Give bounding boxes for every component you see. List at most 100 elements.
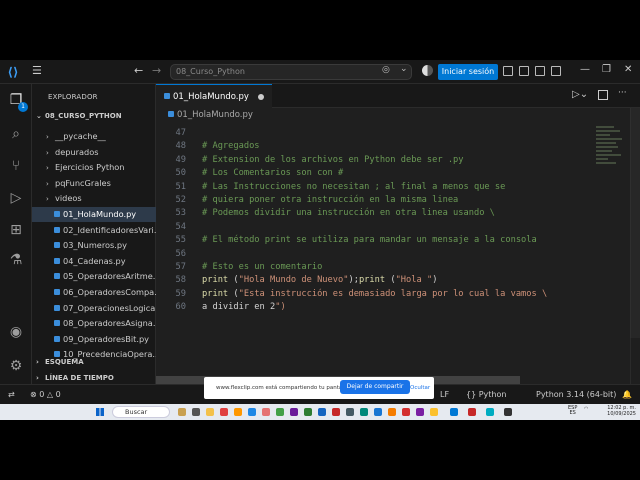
excel-icon[interactable] [304, 408, 312, 416]
toggle-panel-icon[interactable] [519, 66, 529, 76]
tree-folder[interactable]: › __pycache__ [32, 129, 156, 144]
copilot-icon[interactable]: ◎ [382, 65, 390, 75]
app-icon[interactable] [374, 408, 382, 416]
app-icon[interactable] [220, 408, 228, 416]
timeline-label: LÍNEA DE TIEMPO [45, 374, 114, 382]
customize-layout-icon[interactable] [551, 66, 561, 76]
app-icon[interactable] [388, 408, 396, 416]
minimap[interactable] [596, 124, 626, 184]
code-line[interactable]: # Podemos dividir una instrucción en otr… [202, 208, 495, 218]
workspace-folder-header[interactable]: ⌄ 08_CURSO_PYTHON [36, 112, 122, 120]
tree-file[interactable]: 01_HolaMundo.py [32, 207, 156, 222]
tree-folder[interactable]: › pqFuncGrales [32, 176, 156, 191]
search-icon[interactable]: ⌕ [8, 126, 24, 142]
code-line[interactable]: # Las Instrucciones no necesitan ; al fi… [202, 182, 505, 192]
app-icon[interactable] [346, 408, 354, 416]
eol-status[interactable]: LF [440, 385, 449, 405]
code-line[interactable]: # Extension de los archivos en Python de… [202, 155, 464, 165]
run-python-file-icon[interactable]: ▷⌄ [572, 89, 588, 100]
line-number: 55 [175, 235, 186, 246]
app-icon[interactable] [290, 408, 298, 416]
testing-icon[interactable]: ⚗ [8, 252, 24, 268]
chevron-down-icon[interactable]: ⌄ [400, 64, 408, 74]
account-icon[interactable]: ◉ [8, 324, 24, 340]
stop-sharing-button[interactable]: Dejar de compartir [340, 380, 410, 394]
code-line[interactable]: # Esto es un comentario [202, 262, 322, 272]
toggle-secondary-sidebar-icon[interactable] [535, 66, 545, 76]
app-icon[interactable] [416, 408, 424, 416]
run-debug-icon[interactable]: ▷ [8, 190, 24, 206]
accounts-icon[interactable] [422, 65, 433, 76]
python-file-icon [164, 93, 170, 99]
chrome-icon[interactable] [276, 408, 284, 416]
sign-in-button[interactable]: Iniciar sesión [438, 64, 498, 80]
tab-label: 01_HolaMundo.py [173, 92, 249, 102]
task-view-icon[interactable] [192, 408, 200, 416]
terminal-icon[interactable] [504, 408, 512, 416]
forward-arrow-icon[interactable]: → [152, 64, 161, 77]
tree-folder[interactable]: › Ejercicios Python [32, 160, 156, 175]
more-actions-icon[interactable]: ··· [618, 88, 627, 98]
app-icon[interactable] [360, 408, 368, 416]
language-mode[interactable]: {} Python [466, 385, 506, 405]
tree-file[interactable]: 08_OperadoresAsigna... [32, 316, 156, 331]
tab-01-holamundo[interactable]: 01_HolaMundo.py [156, 84, 272, 108]
tree-file[interactable]: 02_IdentificadoresVari... [32, 223, 156, 238]
store-icon[interactable] [262, 408, 270, 416]
extensions-icon[interactable]: ⊞ [8, 222, 24, 238]
code-line[interactable]: # Los Comentarios son con # [202, 168, 343, 178]
split-editor-icon[interactable] [598, 90, 608, 100]
scrollbar-thumb[interactable] [630, 108, 640, 338]
tree-file[interactable]: 04_Cadenas.py [32, 254, 156, 269]
restore-icon[interactable]: ❐ [602, 64, 611, 75]
powerpoint-icon[interactable] [332, 408, 340, 416]
language-indicator[interactable]: ESP ES [568, 406, 577, 416]
timeline-section-header[interactable]: › LÍNEA DE TIEMPO [36, 374, 114, 382]
source-control-icon[interactable]: ⑂ [8, 158, 24, 174]
wifi-icon[interactable]: ◠ [584, 406, 588, 412]
taskbar-clock[interactable]: 12:02 p. m. 10/09/2025 [600, 405, 636, 417]
minimize-icon[interactable]: — [580, 64, 590, 75]
back-arrow-icon[interactable]: ← [134, 64, 143, 77]
file-explorer-icon[interactable] [206, 408, 214, 416]
tree-folder[interactable]: › videos [32, 191, 156, 206]
toggle-sidebar-icon[interactable] [503, 66, 513, 76]
settings-gear-icon[interactable]: ⚙ [8, 358, 24, 374]
notifications-bell-icon[interactable]: 🔔 [622, 385, 632, 405]
python-interpreter[interactable]: Python 3.14 (64-bit) [536, 385, 616, 405]
app-icon[interactable] [402, 408, 410, 416]
code-editor[interactable]: 47 48 # Agregados 49 # Extension de los arch… [156, 124, 596, 384]
code-line[interactable]: print ("Hola Mundo de Nuevo");print ("Ho… [202, 275, 437, 285]
code-line[interactable]: # Agregados [202, 141, 260, 151]
vscode-taskbar-icon[interactable] [450, 408, 458, 416]
hide-link[interactable]: Ocultar [410, 385, 430, 391]
chevron-right-icon: › [36, 358, 39, 366]
windows-start-icon[interactable] [96, 408, 104, 416]
unsaved-dot-icon[interactable] [258, 94, 264, 100]
app-icon[interactable] [468, 408, 476, 416]
outline-section-header[interactable]: › ESQUEMA [36, 358, 84, 366]
code-line[interactable]: # quiera poner otra instrucción en la mi… [202, 195, 458, 205]
edge-icon[interactable] [248, 408, 256, 416]
taskbar-search[interactable]: Buscar [112, 406, 170, 418]
hamburger-menu-icon[interactable]: ☰ [32, 65, 44, 77]
tree-file[interactable]: 07_OperacionesLogica... [32, 301, 156, 316]
code-line[interactable]: print ("Esta instrucción es demasiado la… [202, 289, 547, 299]
word-icon[interactable] [318, 408, 326, 416]
tree-file[interactable]: 05_OperadoresAritme... [32, 269, 156, 284]
app-icon[interactable] [430, 408, 438, 416]
tree-folder[interactable]: › depurados [32, 145, 156, 160]
remote-icon[interactable]: ⇄ [8, 385, 15, 405]
office-icon[interactable] [234, 408, 242, 416]
problems-status[interactable]: ⊗ 0 △ 0 [30, 385, 61, 405]
breadcrumb[interactable]: 01_HolaMundo.py [168, 110, 253, 120]
tree-file[interactable]: 03_Numeros.py [32, 238, 156, 253]
tree-file[interactable]: 09_OperadoresBit.py [32, 332, 156, 347]
widget-icon[interactable] [178, 408, 186, 416]
tree-file[interactable]: 06_OperadoresCompa... [32, 285, 156, 300]
app-icon[interactable] [486, 408, 494, 416]
close-icon[interactable]: ✕ [624, 64, 632, 75]
code-line[interactable]: a dividir en 2") [202, 302, 286, 312]
command-center-search[interactable]: 08_Curso_Python [170, 64, 412, 80]
code-line[interactable]: # El método print se utiliza para mandar… [202, 235, 537, 245]
